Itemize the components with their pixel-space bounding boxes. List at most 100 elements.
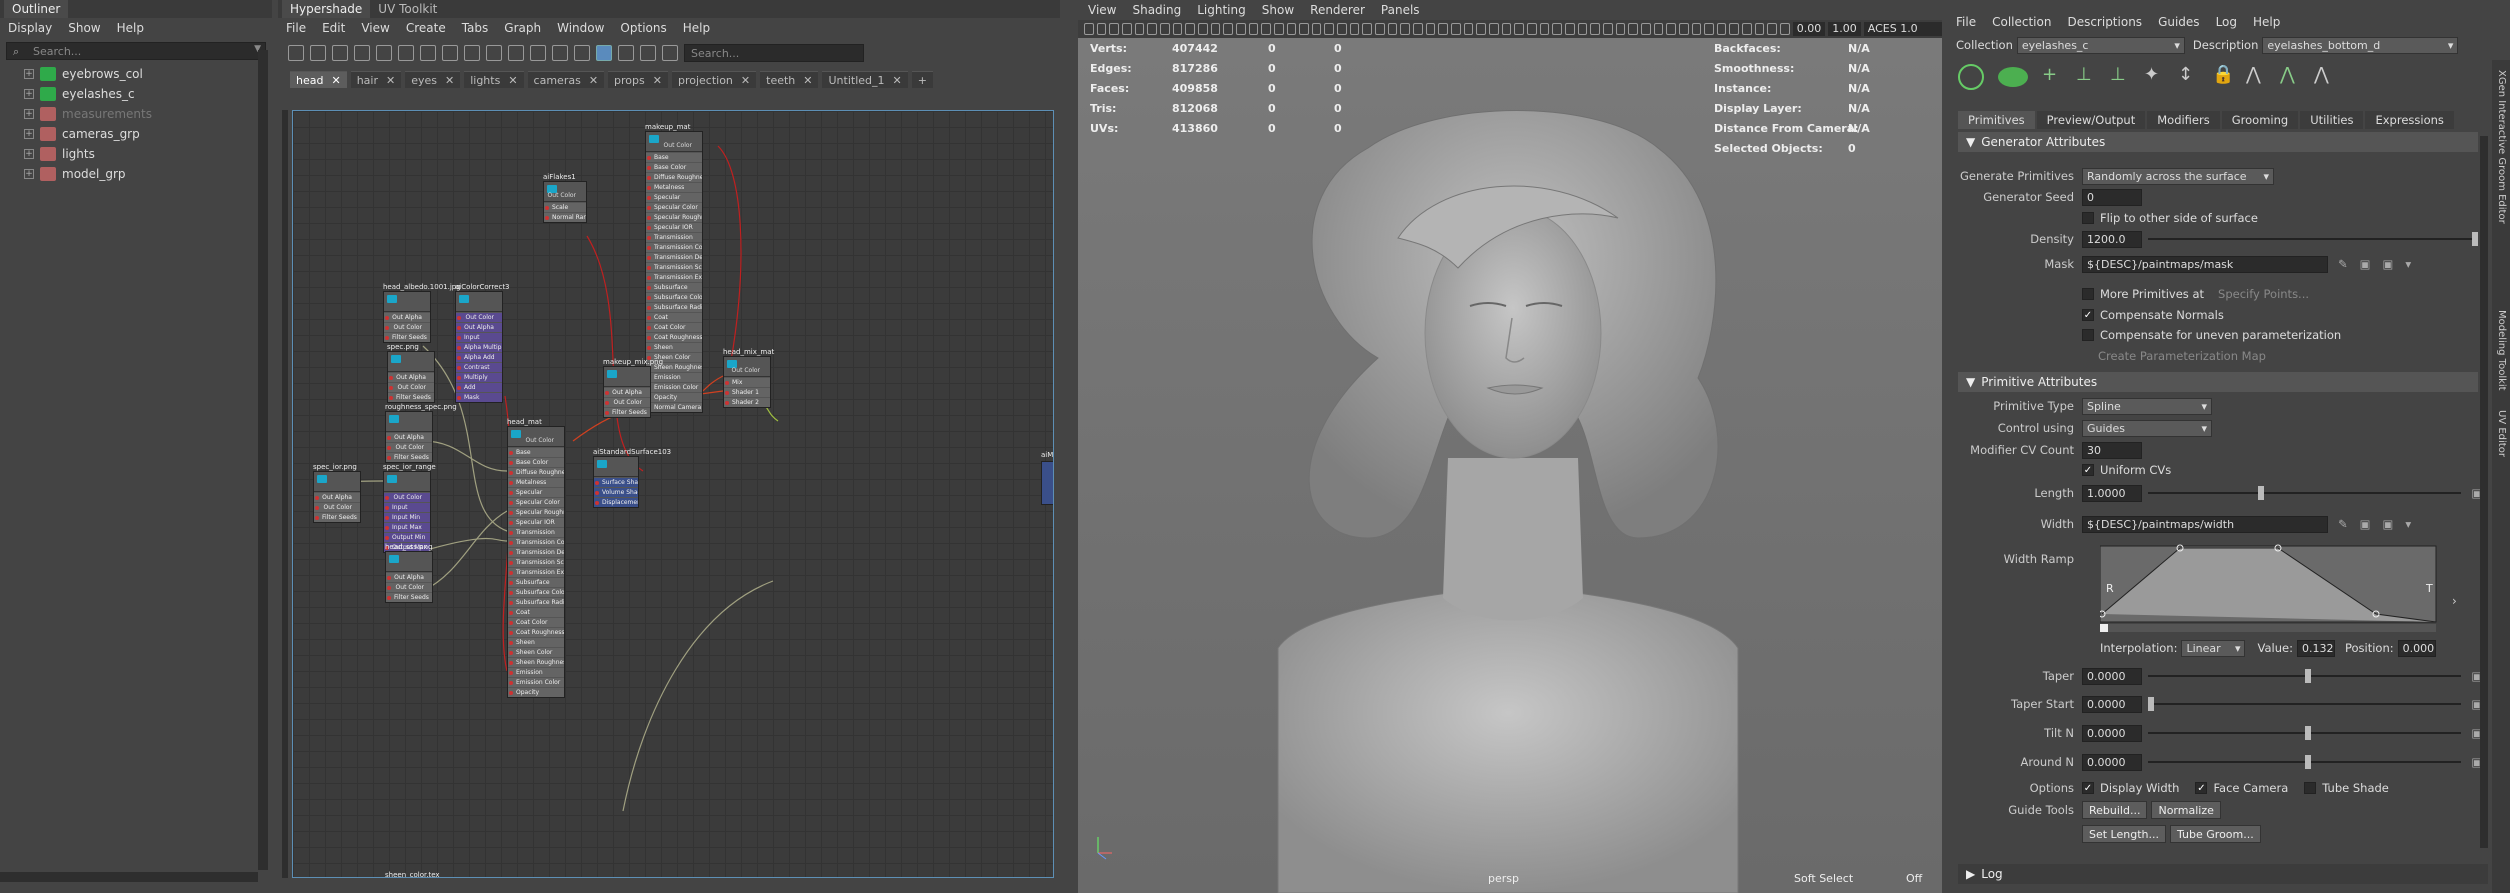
graph-input-icon[interactable] bbox=[288, 45, 304, 61]
value-field[interactable]: 0.132 bbox=[2296, 639, 2335, 657]
shader-node-head_albedo[interactable]: Out Alpha Out Color Filter Seeds bbox=[383, 291, 431, 343]
node-input[interactable]: Diffuse Roughness bbox=[508, 467, 564, 477]
sculpt-guides-icon[interactable]: ⋀ bbox=[2246, 64, 2266, 90]
colorspace-field[interactable]: ACES 1.0 SDR-vid bbox=[1863, 22, 1943, 36]
snap-grid-icon[interactable] bbox=[596, 45, 612, 61]
node-input[interactable]: Transmission Scatter bbox=[646, 262, 702, 272]
expand-icon[interactable]: + bbox=[24, 69, 34, 79]
exposure-field[interactable]: 0.00 bbox=[1792, 22, 1826, 36]
viewport-tool-icon[interactable] bbox=[1489, 23, 1499, 35]
viewport-tool-icon[interactable] bbox=[1653, 23, 1664, 35]
lock-guides-icon[interactable]: 🔒 bbox=[2212, 64, 2234, 90]
description-dropdown[interactable]: eyelashes_bottom_d ▾ bbox=[2262, 36, 2459, 54]
outliner-item[interactable]: + lights bbox=[0, 144, 272, 164]
tube-shade-checkbox[interactable] bbox=[2304, 782, 2317, 794]
node-tab[interactable]: eyes ✕ bbox=[405, 71, 461, 88]
node-input[interactable]: Output Min bbox=[384, 532, 430, 542]
xg-menu-log[interactable]: Log bbox=[2216, 15, 2237, 29]
node-input[interactable]: Transmission Depth bbox=[508, 547, 564, 557]
node-input[interactable]: Shader 1 bbox=[724, 387, 770, 397]
grid-icon[interactable] bbox=[574, 45, 590, 61]
interp-dropdown[interactable]: Linear ▾ bbox=[2181, 639, 2246, 657]
node-input[interactable]: Emission Color bbox=[646, 382, 702, 392]
viewport-tool-icon[interactable] bbox=[1096, 23, 1107, 35]
xgen-tab[interactable]: Primitives bbox=[1958, 111, 2035, 129]
flip-checkbox[interactable] bbox=[2082, 212, 2094, 224]
node-input[interactable]: Subsurface bbox=[646, 282, 702, 292]
hs-menu-help[interactable]: Help bbox=[683, 21, 710, 35]
xg-menu-help[interactable]: Help bbox=[2253, 15, 2280, 29]
viewport-tool-icon[interactable] bbox=[1628, 23, 1638, 35]
xgen-tab[interactable]: Modifiers bbox=[2147, 111, 2220, 129]
viewport-tool-icon[interactable] bbox=[1780, 23, 1790, 35]
xg-menu-guides[interactable]: Guides bbox=[2158, 15, 2200, 29]
node-input[interactable]: Contrast bbox=[456, 362, 502, 372]
create-map-button[interactable]: Create Parameterization Map bbox=[2098, 346, 2510, 366]
specify-points-button[interactable]: Specify Points... bbox=[2218, 287, 2309, 301]
cv-field[interactable]: 30 bbox=[2082, 441, 2142, 459]
outliner-menu-display[interactable]: Display bbox=[8, 21, 52, 35]
tilt-field[interactable]: 0.0000 bbox=[2082, 724, 2142, 742]
node-header[interactable] bbox=[386, 412, 432, 432]
viewport-tool-icon[interactable] bbox=[1451, 23, 1461, 35]
viewport-tool-icon[interactable] bbox=[1754, 23, 1765, 35]
xgen-tab[interactable]: Grooming bbox=[2221, 111, 2299, 129]
full-mode-icon[interactable] bbox=[508, 45, 524, 61]
node-header[interactable] bbox=[384, 292, 430, 312]
taper-start-handle[interactable] bbox=[2148, 697, 2154, 711]
node-input[interactable]: Coat bbox=[508, 607, 564, 617]
viewport-tool-icon[interactable] bbox=[1602, 23, 1613, 35]
xg-menu-collection[interactable]: Collection bbox=[1992, 15, 2051, 29]
shader-node-roughness_spec[interactable]: Out Alpha Out Color Filter Seeds bbox=[385, 411, 433, 463]
node-input[interactable]: Emission bbox=[508, 667, 564, 677]
gamma-field[interactable]: 1.00 bbox=[1828, 22, 1861, 36]
swatch-icon[interactable] bbox=[618, 45, 634, 61]
add-guide-icon[interactable]: ⊥ bbox=[2076, 64, 2096, 90]
node-output[interactable]: Out Color bbox=[314, 502, 360, 512]
outliner-h-scrollbar[interactable] bbox=[0, 872, 258, 882]
around-field[interactable]: 0.0000 bbox=[2082, 753, 2142, 771]
viewport-tool-icon[interactable] bbox=[1742, 23, 1752, 35]
node-header[interactable] bbox=[384, 472, 430, 492]
viewport-tool-icon[interactable] bbox=[1678, 23, 1689, 35]
node-output[interactable]: Out Alpha bbox=[388, 372, 434, 382]
viewport-tool-icon[interactable] bbox=[1172, 23, 1183, 35]
shader-node-head_mix_mat[interactable]: Out Color Mix Shader 1 Shader 2 bbox=[723, 356, 771, 408]
frame-selection-icon[interactable] bbox=[376, 45, 392, 61]
node-input[interactable]: Subsurface Radius bbox=[646, 302, 702, 312]
shader-node-spec_ior[interactable]: Out Alpha Out Color Filter Seeds bbox=[313, 471, 361, 523]
shader-node-head_mat[interactable]: Out Color Base Base Color Diffuse Roughness… bbox=[507, 426, 565, 698]
length-slider-handle[interactable] bbox=[2257, 486, 2264, 500]
hs-menu-tabs[interactable]: Tabs bbox=[462, 21, 489, 35]
node-input[interactable]: Surface Shader bbox=[594, 477, 638, 487]
set-length-button[interactable]: Set Length... bbox=[2082, 825, 2166, 843]
expand-icon[interactable]: + bbox=[24, 169, 34, 179]
graph-io-icon[interactable] bbox=[310, 45, 326, 61]
node-header[interactable]: Out Color bbox=[508, 427, 564, 447]
viewport-tool-icon[interactable] bbox=[1577, 23, 1588, 35]
viewport-tool-icon[interactable] bbox=[1159, 23, 1170, 35]
node-input[interactable]: Volume Shader bbox=[594, 487, 638, 497]
shader-node-head_sss[interactable]: Out Alpha Out Color Filter Seeds bbox=[385, 551, 433, 603]
viewport-tool-icon[interactable] bbox=[1337, 23, 1347, 35]
viewport-tool-icon[interactable] bbox=[1261, 23, 1271, 35]
gen-seed-field[interactable]: 0 bbox=[2082, 188, 2142, 206]
node-tab[interactable]: cameras ✕ bbox=[527, 71, 605, 88]
node-input[interactable]: Subsurface Radius bbox=[508, 597, 564, 607]
node-input[interactable]: Filter Seeds bbox=[386, 452, 432, 462]
mask-field[interactable]: ${DESC}/paintmaps/mask bbox=[2082, 255, 2328, 273]
xgen-tab[interactable]: Utilities bbox=[2300, 111, 2364, 129]
node-input[interactable]: Filter Seeds bbox=[384, 332, 430, 342]
outliner-menu-help[interactable]: Help bbox=[117, 21, 144, 35]
close-icon[interactable]: ✕ bbox=[893, 74, 902, 87]
node-output[interactable]: Out Color bbox=[384, 322, 430, 332]
viewport-tool-icon[interactable] bbox=[1400, 23, 1411, 35]
node-input[interactable]: Base Color bbox=[508, 457, 564, 467]
node-input[interactable]: Input bbox=[456, 332, 502, 342]
outliner-item[interactable]: + cameras_grp bbox=[0, 124, 272, 144]
node-input[interactable]: Specular bbox=[646, 192, 702, 202]
partial-shader-node[interactable] bbox=[1041, 461, 1053, 505]
expression-tools-icon[interactable]: ✎▣▣▾ bbox=[2338, 517, 2423, 531]
viewport-tool-icon[interactable] bbox=[1514, 23, 1524, 35]
rearrange-icon[interactable] bbox=[442, 45, 458, 61]
